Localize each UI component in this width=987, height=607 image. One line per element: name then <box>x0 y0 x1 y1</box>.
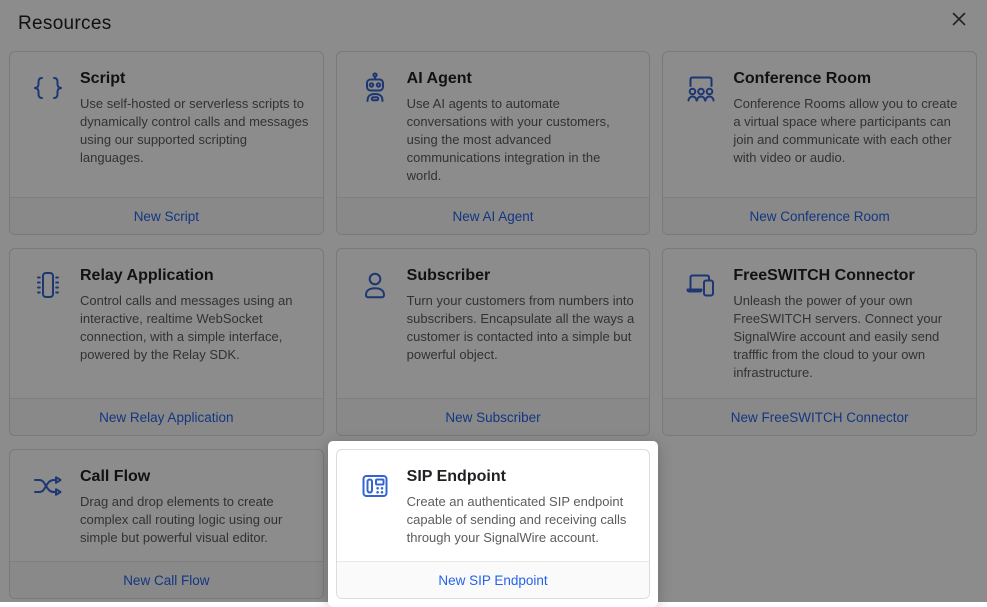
new-script-label: New Script <box>134 209 199 224</box>
resource-card-sip-endpoint[interactable]: SIP Endpoint Create an authenticated SIP… <box>336 449 651 599</box>
card-body: Relay Application Control calls and mess… <box>10 249 323 398</box>
close-icon[interactable] <box>947 7 971 31</box>
card-description: Create an authenticated SIP endpoint cap… <box>407 493 636 547</box>
card-title: Relay Application <box>80 267 309 285</box>
new-subscriber-button[interactable]: New Subscriber <box>337 398 650 435</box>
card-description: Turn your customers from numbers into su… <box>407 292 636 364</box>
resource-card-ai-agent[interactable]: AI Agent Use AI agents to automate conve… <box>336 51 651 235</box>
card-title: SIP Endpoint <box>407 468 636 486</box>
chip-icon <box>30 268 68 302</box>
card-description: Drag and drop elements to create complex… <box>80 493 309 547</box>
card-body: SIP Endpoint Create an authenticated SIP… <box>337 450 650 561</box>
card-description: Use AI agents to automate conversations … <box>407 95 636 185</box>
resource-card-subscriber[interactable]: Subscriber Turn your customers from numb… <box>336 248 651 436</box>
laptop-phone-icon <box>683 268 721 302</box>
card-body: Call Flow Drag and drop elements to crea… <box>10 450 323 561</box>
resource-card-script[interactable]: Script Use self-hosted or serverless scr… <box>9 51 324 235</box>
card-body: Script Use self-hosted or serverless scr… <box>10 52 323 182</box>
card-title: AI Agent <box>407 70 636 88</box>
page-title: Resources <box>18 13 969 35</box>
new-ai-agent-label: New AI Agent <box>452 209 533 224</box>
new-conference-room-label: New Conference Room <box>749 209 889 224</box>
new-subscriber-label: New Subscriber <box>445 410 540 425</box>
card-description: Unleash the power of your own FreeSWITCH… <box>733 292 962 382</box>
card-description: Control calls and messages using an inte… <box>80 292 309 364</box>
card-body: Subscriber Turn your customers from numb… <box>337 249 650 398</box>
resource-card-call-flow[interactable]: Call Flow Drag and drop elements to crea… <box>9 449 324 599</box>
desk-phone-icon <box>357 469 395 503</box>
card-body: FreeSWITCH Connector Unleash the power o… <box>663 249 976 398</box>
resource-card-freeswitch-connector[interactable]: FreeSWITCH Connector Unleash the power o… <box>662 248 977 436</box>
braces-icon <box>30 71 68 105</box>
new-call-flow-button[interactable]: New Call Flow <box>10 561 323 598</box>
card-title: FreeSWITCH Connector <box>733 267 962 285</box>
person-icon <box>357 268 395 302</box>
resources-modal: { "header": { "title": "Resources" }, "a… <box>0 0 987 602</box>
new-sip-endpoint-label: New SIP Endpoint <box>438 573 547 588</box>
new-conference-room-button[interactable]: New Conference Room <box>663 197 976 234</box>
new-relay-application-button[interactable]: New Relay Application <box>10 398 323 435</box>
new-freeswitch-connector-button[interactable]: New FreeSWITCH Connector <box>663 398 976 435</box>
robot-icon <box>357 71 395 105</box>
resource-card-conference-room[interactable]: Conference Room Conference Rooms allow y… <box>662 51 977 235</box>
card-title: Conference Room <box>733 70 962 88</box>
new-script-button[interactable]: New Script <box>10 197 323 234</box>
card-description: Use self-hosted or serverless scripts to… <box>80 95 309 167</box>
card-body: Conference Room Conference Rooms allow y… <box>663 52 976 182</box>
new-ai-agent-button[interactable]: New AI Agent <box>337 197 650 234</box>
shuffle-icon <box>30 469 68 503</box>
conference-icon <box>683 71 721 105</box>
resource-card-relay-application[interactable]: Relay Application Control calls and mess… <box>9 248 324 436</box>
card-title: Subscriber <box>407 267 636 285</box>
new-sip-endpoint-button[interactable]: New SIP Endpoint <box>337 561 650 598</box>
resource-cards-grid: Script Use self-hosted or serverless scr… <box>0 44 987 599</box>
spotlight-highlight: SIP Endpoint Create an authenticated SIP… <box>328 441 659 607</box>
new-freeswitch-connector-label: New FreeSWITCH Connector <box>731 410 909 425</box>
card-title: Call Flow <box>80 468 309 486</box>
card-title: Script <box>80 70 309 88</box>
card-description: Conference Rooms allow you to create a v… <box>733 95 962 167</box>
card-body: AI Agent Use AI agents to automate conve… <box>337 52 650 197</box>
new-call-flow-label: New Call Flow <box>123 573 209 588</box>
modal-header: Resources <box>0 0 987 44</box>
new-relay-application-label: New Relay Application <box>99 410 233 425</box>
